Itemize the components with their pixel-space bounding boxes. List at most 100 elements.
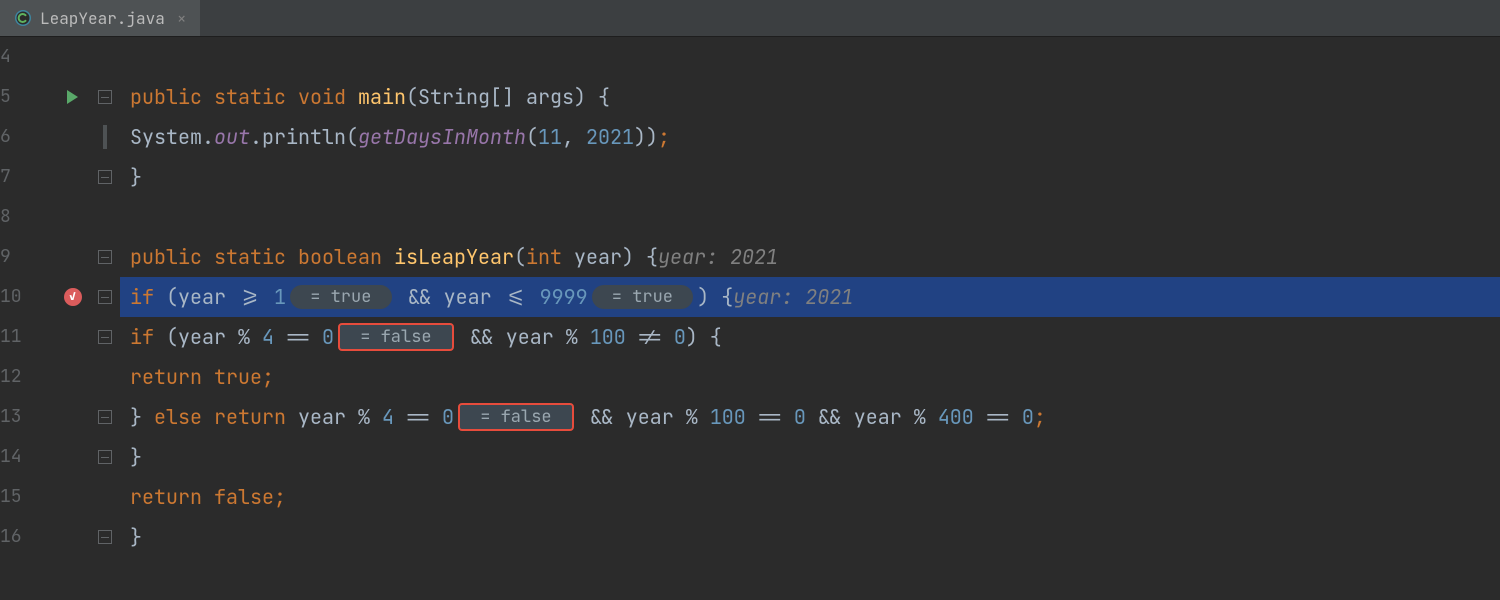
code-text: ))	[634, 117, 658, 157]
line-number[interactable]: 13	[0, 397, 45, 437]
fold-toggle[interactable]	[98, 317, 112, 357]
code-line[interactable]: }	[120, 517, 1500, 557]
line-number[interactable]: 6	[0, 117, 45, 157]
current-execution-line[interactable]: if (year >= 1 = true && year <= 9999 = t…	[120, 277, 1500, 317]
file-tab[interactable]: LeapYear.java ×	[0, 0, 200, 36]
code-area[interactable]: public static void main(String[] args) {…	[120, 37, 1500, 600]
code-line[interactable]: }	[120, 437, 1500, 477]
line-number[interactable]: 16	[0, 517, 45, 557]
code-text: && year %	[458, 317, 590, 357]
number-literal: 0	[322, 317, 334, 357]
code-text: ==	[406, 397, 442, 437]
editor-root: LeapYear.java × 4 5 6 7 8 9 10 11 12 13 …	[0, 0, 1500, 600]
line-number[interactable]: 7	[0, 157, 45, 197]
inline-hint: year: 2021	[658, 237, 778, 277]
code-line[interactable]: public static void main(String[] args) {	[120, 77, 1500, 117]
fold-toggle[interactable]	[98, 397, 112, 437]
code-line[interactable]: return false;	[120, 477, 1500, 517]
brace: }	[130, 157, 142, 197]
code-line[interactable]: return true;	[120, 357, 1500, 397]
semicolon: ;	[1034, 397, 1046, 437]
param: year	[574, 237, 622, 277]
number-literal: 100	[710, 397, 758, 437]
fold-toggle[interactable]	[98, 237, 112, 277]
fold-toggle[interactable]	[98, 517, 112, 557]
tab-filename: LeapYear.java	[40, 8, 165, 29]
code-text: && year %	[818, 397, 938, 437]
keyword: return	[130, 477, 214, 517]
caret-indicator	[103, 125, 107, 149]
semicolon: ;	[262, 357, 274, 397]
number-literal: 0	[794, 397, 818, 437]
keyword: return	[130, 357, 214, 397]
fold-icon	[98, 450, 112, 464]
code-text: && year <=	[396, 277, 540, 317]
code-text: ==	[986, 397, 1022, 437]
code-line[interactable]	[120, 197, 1500, 237]
line-number[interactable]: 4	[0, 37, 45, 77]
keyword: else	[154, 397, 214, 437]
inline-hint: year: 2021	[733, 277, 853, 317]
code-line[interactable]: if (year % 4 == 0 = false && year % 100 …	[120, 317, 1500, 357]
number-literal: 9999	[540, 277, 588, 317]
brace: }	[130, 397, 154, 437]
keyword: if	[130, 277, 166, 317]
gutter-cell[interactable]	[103, 117, 107, 157]
code-text: .println(	[250, 117, 358, 157]
line-number[interactable]: 5	[0, 77, 45, 117]
number-literal: 2021	[586, 117, 634, 157]
fold-toggle[interactable]	[98, 277, 112, 317]
line-number[interactable]: 8	[0, 197, 45, 237]
keyword: if	[130, 317, 166, 357]
code-line[interactable]: public static boolean isLeapYear(int yea…	[120, 237, 1500, 277]
debug-value-pill[interactable]: = true	[290, 285, 392, 309]
code-text: (year >=	[166, 277, 274, 317]
keyword: void	[298, 77, 358, 117]
keyword: static	[214, 237, 298, 277]
code-text: (year %	[166, 317, 262, 357]
line-number[interactable]: 10	[0, 277, 45, 317]
run-icon	[67, 90, 78, 104]
code-line[interactable]: }	[120, 157, 1500, 197]
fold-icon	[98, 290, 112, 304]
fold-toggle[interactable]	[98, 157, 112, 197]
debug-value-pill-highlighted[interactable]: = false	[338, 323, 454, 351]
run-gutter	[55, 37, 90, 600]
keyword: static	[214, 77, 298, 117]
method-call: getDaysInMonth	[358, 117, 526, 157]
line-number[interactable]: 14	[0, 437, 45, 477]
fold-icon	[98, 410, 112, 424]
fold-icon	[98, 90, 112, 104]
code-line[interactable]	[120, 37, 1500, 77]
line-number[interactable]: 12	[0, 357, 45, 397]
fold-icon	[98, 530, 112, 544]
debug-value-pill[interactable]: = true	[592, 285, 694, 309]
code-text: ) {	[686, 317, 722, 357]
number-literal: 100	[590, 317, 638, 357]
code-line[interactable]: } else return year % 4 == 0 = false && y…	[120, 397, 1500, 437]
line-number[interactable]: 9	[0, 237, 45, 277]
debug-value-pill-highlighted[interactable]: = false	[458, 403, 574, 431]
keyword: public	[130, 77, 214, 117]
line-number[interactable]: 11	[0, 317, 45, 357]
number-literal: 0	[442, 397, 454, 437]
fold-gutter	[90, 37, 120, 600]
fold-toggle[interactable]	[98, 437, 112, 477]
code-line[interactable]: System.out.println(getDaysInMonth(11, 20…	[120, 117, 1500, 157]
boolean-literal: false	[214, 477, 274, 517]
code-text: ==	[758, 397, 794, 437]
fold-toggle[interactable]	[98, 77, 112, 117]
field-ref: out	[214, 117, 250, 157]
code-text: ,	[562, 117, 586, 157]
code-text: && year %	[578, 397, 710, 437]
number-literal: 1	[274, 277, 286, 317]
method-name: main	[358, 77, 406, 117]
code-text: ) {	[622, 237, 658, 277]
code-text: (	[514, 237, 526, 277]
line-number[interactable]: 15	[0, 477, 45, 517]
run-line-button[interactable]	[67, 77, 78, 117]
editor-area: 4 5 6 7 8 9 10 11 12 13 14 15 16	[0, 37, 1500, 600]
breakpoint-marker[interactable]	[64, 277, 82, 317]
fold-icon	[98, 170, 112, 184]
close-tab-icon[interactable]: ×	[177, 8, 187, 29]
